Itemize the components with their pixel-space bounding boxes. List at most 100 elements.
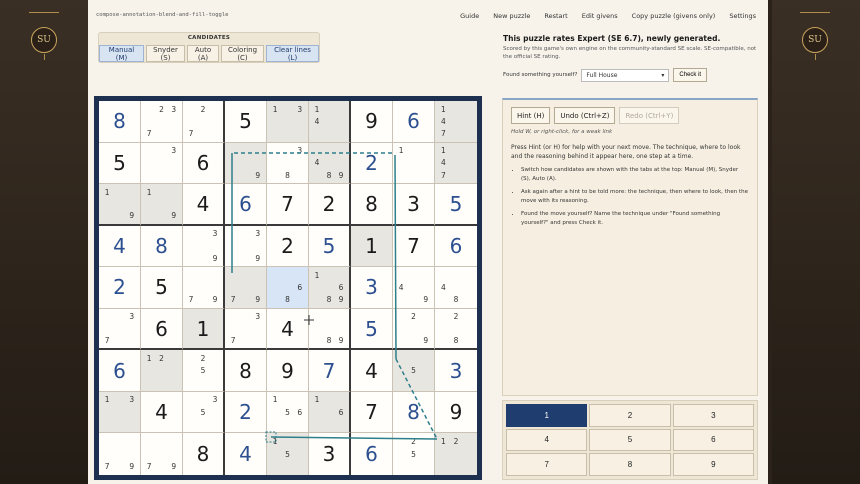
sudoku-cell[interactable]: 4 xyxy=(183,184,225,226)
sudoku-cell[interactable]: 68 xyxy=(267,267,309,309)
sudoku-cell[interactable]: 5 xyxy=(309,225,351,268)
sudoku-cell[interactable]: 3 xyxy=(435,350,477,392)
sudoku-cell[interactable]: 15 xyxy=(267,433,309,475)
nav-new-puzzle[interactable]: New puzzle xyxy=(493,12,530,20)
sudoku-cell[interactable]: 1 4 7 xyxy=(435,101,477,143)
sudoku-cell[interactable]: 14 xyxy=(309,101,351,143)
sudoku-cell[interactable]: 7 xyxy=(309,350,351,392)
sudoku-cell[interactable]: 2 xyxy=(225,391,267,434)
sudoku-cell[interactable]: 89 xyxy=(309,308,351,351)
sudoku-cell[interactable]: 12 xyxy=(435,433,477,475)
sudoku-cell[interactable]: 4 xyxy=(351,350,393,392)
nav-guide[interactable]: Guide xyxy=(460,12,479,20)
sudoku-cell[interactable]: 6 xyxy=(183,142,225,185)
sudoku-cell[interactable]: 2 xyxy=(351,142,393,185)
sudoku-cell[interactable]: 7 xyxy=(267,184,309,226)
sudoku-cell[interactable]: 13 xyxy=(99,391,141,434)
sudoku-cell[interactable]: 6 xyxy=(393,101,435,143)
sudoku-cell[interactable]: 4 xyxy=(225,433,267,475)
sudoku-cell[interactable]: 7 xyxy=(393,225,435,268)
redo-button[interactable]: Redo (Ctrl+Y) xyxy=(619,107,680,124)
sudoku-cell[interactable]: 29 xyxy=(393,308,435,351)
sudoku-cell[interactable]: 19 xyxy=(99,184,141,226)
sudoku-cell[interactable]: 8 xyxy=(183,433,225,475)
sudoku-cell[interactable]: 49 xyxy=(393,267,435,309)
sudoku-cell[interactable]: 9 xyxy=(435,392,477,434)
sudoku-cell[interactable]: 37 xyxy=(99,308,141,351)
numpad-key[interactable]: 9 xyxy=(672,453,754,476)
sudoku-cell[interactable]: 8 xyxy=(141,225,183,268)
sudoku-cell[interactable]: 23 7 xyxy=(141,101,183,143)
numpad-key[interactable]: 1 xyxy=(506,404,588,427)
undo-button[interactable]: Undo (Ctrl+Z) xyxy=(554,107,616,124)
sudoku-cell[interactable]: 4 xyxy=(141,391,183,434)
clear-lines-button[interactable]: Clear lines (L) xyxy=(266,45,319,62)
sudoku-cell[interactable]: 48 xyxy=(435,267,477,309)
sudoku-cell[interactable]: 9 xyxy=(267,350,309,392)
numpad-key[interactable]: 5 xyxy=(589,428,671,452)
tab-auto[interactable]: Auto (A) xyxy=(187,45,219,62)
sudoku-cell[interactable]: 79 xyxy=(99,433,141,475)
sudoku-cell[interactable]: 3 xyxy=(141,142,183,185)
sudoku-cell[interactable]: 6 xyxy=(99,350,141,392)
sudoku-board[interactable]: 8237275131496147536938489211471919467283… xyxy=(99,101,477,475)
sudoku-cell[interactable]: 3 xyxy=(351,267,393,309)
sudoku-cell[interactable]: 5 xyxy=(393,350,435,392)
numpad-key[interactable]: 3 xyxy=(672,404,754,427)
nav-settings[interactable]: Settings xyxy=(729,12,756,20)
sudoku-cell[interactable]: 4 xyxy=(267,308,309,351)
nav-edit-givens[interactable]: Edit givens xyxy=(582,12,618,20)
sudoku-cell[interactable]: 35 xyxy=(183,391,225,434)
sudoku-cell[interactable]: 2 xyxy=(267,225,309,268)
sudoku-cell[interactable]: 37 xyxy=(225,308,267,351)
nav-restart[interactable]: Restart xyxy=(544,12,567,20)
numpad-key[interactable]: 8 xyxy=(589,453,671,476)
sudoku-cell[interactable]: 1 xyxy=(351,225,393,268)
sudoku-cell[interactable]: 16 xyxy=(309,391,351,434)
sudoku-cell[interactable]: 25 xyxy=(393,433,435,475)
technique-select[interactable]: Full House ▾ xyxy=(581,68,670,82)
numpad-key[interactable]: 7 xyxy=(506,453,588,476)
sudoku-cell[interactable]: 9 xyxy=(225,142,267,185)
sudoku-cell[interactable]: 8 xyxy=(393,391,435,434)
sudoku-cell[interactable]: 9 xyxy=(351,101,393,143)
sudoku-cell[interactable]: 7 xyxy=(351,391,393,434)
sudoku-cell[interactable]: 1 xyxy=(183,308,225,351)
hint-button[interactable]: Hint (H) xyxy=(511,107,551,124)
check-it-button[interactable]: Check it xyxy=(673,68,708,82)
sudoku-cell[interactable]: 13 xyxy=(267,101,309,143)
sudoku-cell[interactable]: 8 xyxy=(99,101,141,143)
sudoku-cell[interactable]: 39 xyxy=(225,225,267,268)
sudoku-cell[interactable]: 79 xyxy=(141,433,183,475)
sudoku-cell[interactable]: 1 xyxy=(393,142,435,185)
tab-coloring[interactable]: Coloring (C) xyxy=(221,45,264,62)
sudoku-cell[interactable]: 5 xyxy=(99,142,141,185)
sudoku-cell[interactable]: 8 xyxy=(351,184,393,226)
sudoku-cell[interactable]: 79 xyxy=(225,267,267,309)
sudoku-cell[interactable]: 38 xyxy=(267,142,309,185)
sudoku-cell[interactable]: 5 xyxy=(225,101,267,143)
sudoku-cell[interactable]: 4 xyxy=(99,225,141,268)
sudoku-cell[interactable]: 12 xyxy=(141,350,183,392)
numpad-key[interactable]: 2 xyxy=(589,404,671,427)
sudoku-cell[interactable]: 2 xyxy=(309,184,351,226)
sudoku-cell[interactable]: 489 xyxy=(309,142,351,185)
sudoku-cell[interactable]: 27 xyxy=(183,101,225,143)
sudoku-cell[interactable]: 5 xyxy=(351,308,393,351)
sudoku-cell[interactable]: 8 xyxy=(225,350,267,392)
sudoku-cell[interactable]: 5 xyxy=(141,267,183,309)
sudoku-cell[interactable]: 39 xyxy=(183,225,225,268)
sudoku-cell[interactable]: 6 xyxy=(435,226,477,268)
sudoku-cell[interactable]: 6 xyxy=(225,184,267,226)
sudoku-cell[interactable]: 1 4 7 xyxy=(435,142,477,185)
sudoku-cell[interactable]: 156 xyxy=(267,391,309,434)
tab-snyder[interactable]: Snyder (S) xyxy=(146,45,185,62)
numpad-key[interactable]: 4 xyxy=(506,428,588,452)
sudoku-cell[interactable]: 6 xyxy=(351,433,393,475)
sudoku-cell[interactable]: 3 xyxy=(393,184,435,226)
sudoku-cell[interactable]: 5 xyxy=(435,184,477,226)
sudoku-cell[interactable]: 19 xyxy=(141,184,183,226)
sudoku-cell[interactable]: 6 xyxy=(141,308,183,351)
sudoku-cell[interactable]: 3 xyxy=(309,433,351,475)
sudoku-cell[interactable]: 1689 xyxy=(309,267,351,309)
